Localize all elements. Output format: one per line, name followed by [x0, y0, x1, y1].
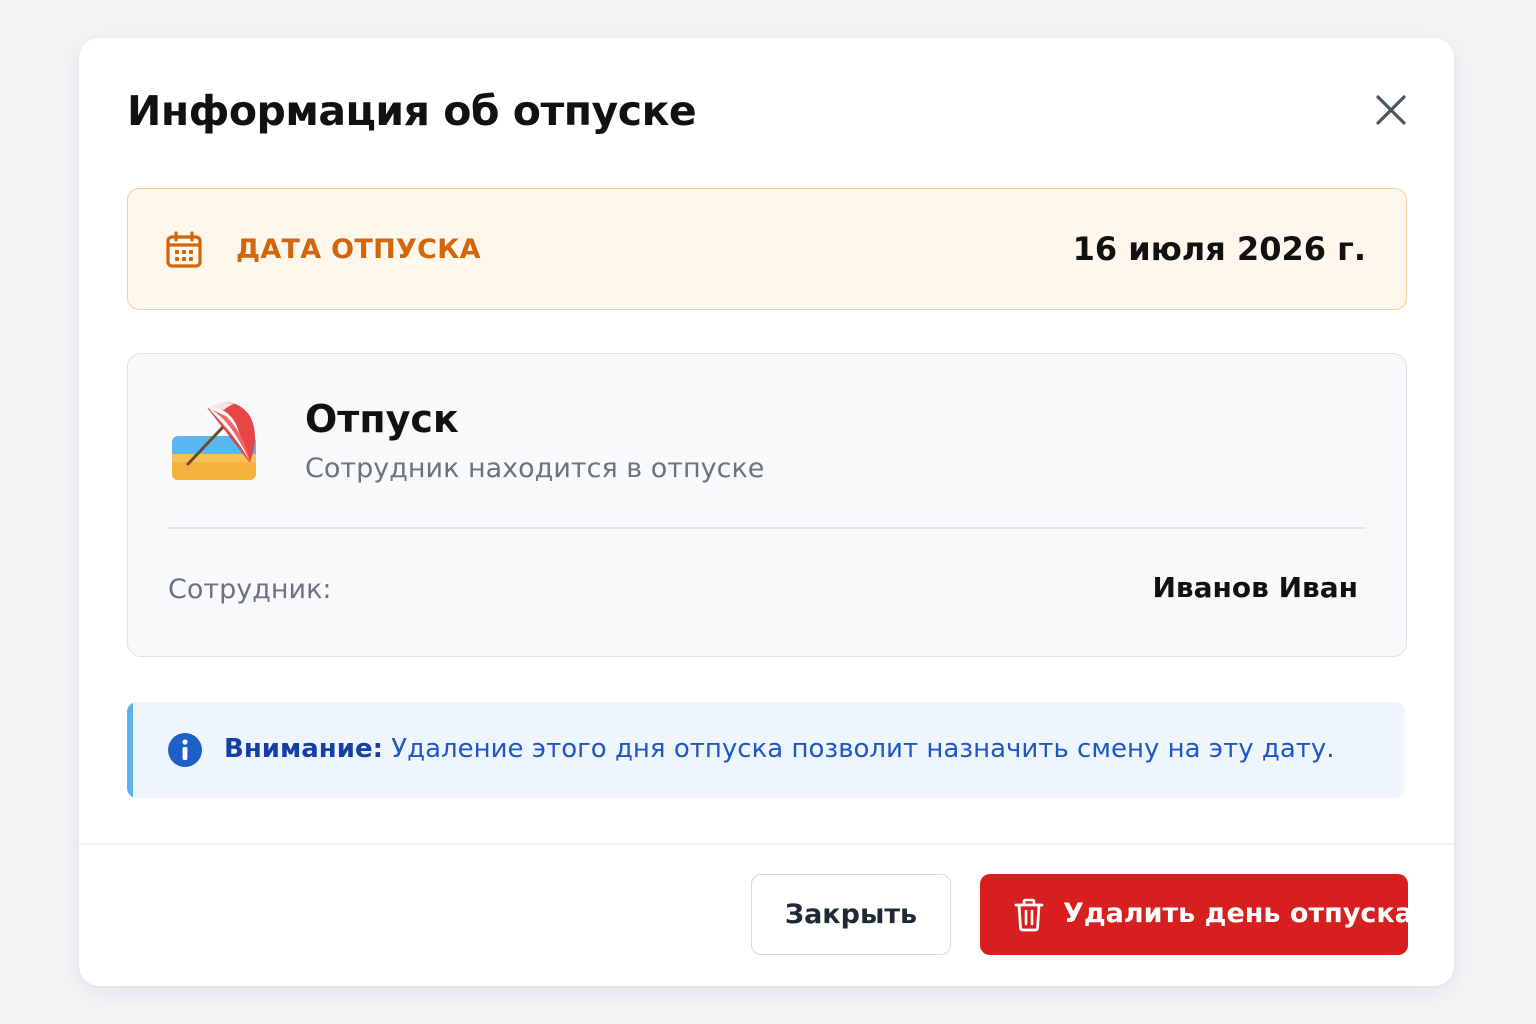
- employee-name: Иванов Иван: [1152, 571, 1359, 604]
- vacation-info-dialog: Информация об отпуске ДАТА ОТПУСКА 16 ию…: [79, 38, 1454, 986]
- notice-text: Внимание: Удаление этого дня отпуска поз…: [224, 731, 1335, 767]
- vacation-date-label: ДАТА ОТПУСКА: [236, 234, 481, 265]
- vacation-details-card: Отпуск Сотрудник находится в отпуске Сот…: [127, 353, 1407, 657]
- close-button[interactable]: Закрыть: [751, 874, 951, 955]
- close-dialog-button[interactable]: [1369, 88, 1413, 132]
- dialog-title: Информация об отпуске: [127, 87, 697, 135]
- vacation-date-panel: ДАТА ОТПУСКА 16 июля 2026 г.: [127, 188, 1407, 310]
- delete-vacation-day-button[interactable]: Удалить день отпуска: [980, 874, 1413, 955]
- vacation-date-value: 16 июля 2026 г.: [1072, 230, 1366, 268]
- delete-button-label: Удалить день отпуска: [1063, 898, 1413, 929]
- beach-umbrella-icon: [172, 402, 256, 480]
- calendar-icon: [166, 231, 202, 268]
- employee-label: Сотрудник:: [168, 574, 332, 605]
- card-divider: [168, 527, 1366, 529]
- notice-message: Удаление этого дня отпуска позволит назн…: [383, 734, 1335, 764]
- warning-notice: Внимание: Удаление этого дня отпуска поз…: [127, 702, 1405, 798]
- notice-accent-bar: [127, 702, 133, 798]
- vacation-status-text: Сотрудник находится в отпуске: [305, 453, 765, 484]
- close-icon: [1376, 95, 1406, 125]
- info-icon: [168, 733, 202, 767]
- vacation-type-title: Отпуск: [305, 397, 459, 441]
- notice-strong-label: Внимание:: [224, 734, 384, 764]
- trash-icon: [1014, 898, 1044, 932]
- footer-divider: [79, 843, 1454, 845]
